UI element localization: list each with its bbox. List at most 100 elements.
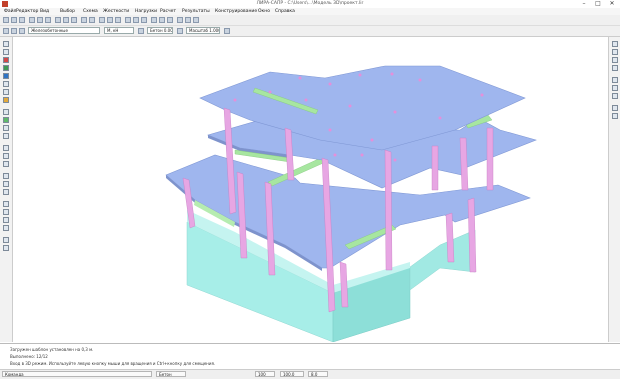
3d-viewport[interactable] xyxy=(13,37,607,342)
new-file-icon[interactable] xyxy=(3,17,9,23)
info-icon[interactable] xyxy=(3,225,9,231)
pan-icon[interactable] xyxy=(89,17,95,23)
array-icon[interactable] xyxy=(3,181,9,187)
zoom-fit-icon[interactable] xyxy=(71,17,77,23)
zoom-in-icon[interactable] xyxy=(55,17,61,23)
extrude-icon[interactable] xyxy=(3,189,9,195)
grid-icon[interactable] xyxy=(3,145,9,151)
window-title: ЛИРА-САПР - C:\Users\...\Модель 3D\проек… xyxy=(256,1,364,6)
select-icon[interactable] xyxy=(99,17,105,23)
fragment-icon[interactable] xyxy=(3,237,9,243)
menu-scheme[interactable]: Схема xyxy=(83,9,98,14)
status-field-3: 100.0 xyxy=(280,371,304,377)
close-button[interactable]: ✕ xyxy=(606,0,618,8)
mesh-icon[interactable] xyxy=(125,17,131,23)
select-bar-icon[interactable] xyxy=(3,49,9,55)
menu-bar: Файл Редактор Вид Выбор Схема Жесткости … xyxy=(0,8,620,15)
menu-window[interactable]: Окно xyxy=(258,9,270,14)
command-input[interactable]: Команда xyxy=(2,371,152,377)
apply-icon[interactable] xyxy=(224,28,230,34)
element-icon[interactable] xyxy=(115,17,121,23)
status-field-4: 8.0 xyxy=(308,371,328,377)
menu-select[interactable]: Выбор xyxy=(60,9,75,14)
beam-l1-a xyxy=(267,155,331,187)
minimize-button[interactable]: – xyxy=(578,0,590,8)
view-front-icon[interactable] xyxy=(612,41,618,47)
load-icon[interactable] xyxy=(133,17,139,23)
support-icon[interactable] xyxy=(3,97,9,103)
secondary-toolbar: Железобетонные М, кН Бетон 0.00 Масштаб … xyxy=(0,26,620,37)
rotate-icon[interactable] xyxy=(81,17,87,23)
scale-combo[interactable]: Масштаб 1.000 xyxy=(186,27,220,34)
calculate-icon[interactable] xyxy=(141,17,147,23)
console-line: Загружен шаблон установлен на 0,3 м. xyxy=(10,347,94,352)
snap-icon[interactable] xyxy=(3,161,9,167)
restore-icon[interactable] xyxy=(3,245,9,251)
copy-icon[interactable] xyxy=(3,81,9,87)
layer-combo[interactable]: Железобетонные xyxy=(28,27,100,34)
menu-edit[interactable]: Редактор xyxy=(16,9,38,14)
show-plates-icon[interactable] xyxy=(612,93,618,99)
zoom-out-icon[interactable] xyxy=(63,17,69,23)
axis-icon[interactable] xyxy=(3,153,9,159)
units-combo[interactable]: М, кН xyxy=(104,27,134,34)
menu-help[interactable]: Справка xyxy=(275,9,295,14)
ground-wall-back xyxy=(409,229,476,291)
layers-icon[interactable] xyxy=(177,17,183,23)
show-bars-icon[interactable] xyxy=(612,85,618,91)
building-model xyxy=(165,65,537,342)
menu-results[interactable]: Результаты xyxy=(182,9,210,14)
filter-icon[interactable] xyxy=(3,28,9,34)
undo-icon[interactable] xyxy=(37,17,43,23)
left-toolbar xyxy=(0,37,13,342)
beam-icon[interactable] xyxy=(3,117,9,123)
numbering-icon[interactable] xyxy=(612,105,618,111)
menu-loads[interactable]: Нагрузки xyxy=(135,9,157,14)
menu-analysis[interactable]: Расчет xyxy=(160,9,176,14)
view-top-icon[interactable] xyxy=(612,57,618,63)
mirror-icon[interactable] xyxy=(3,173,9,179)
results-icon[interactable] xyxy=(151,17,157,23)
menu-stiffness[interactable]: Жесткости xyxy=(103,9,129,14)
color-icon[interactable] xyxy=(19,28,25,34)
status-field-2: 100 xyxy=(255,371,275,377)
move-icon[interactable] xyxy=(3,89,9,95)
rigid-link-icon[interactable] xyxy=(3,133,9,139)
solid-icon[interactable] xyxy=(3,73,9,79)
main-toolbar xyxy=(0,15,620,26)
deform-icon[interactable] xyxy=(159,17,165,23)
right-toolbar xyxy=(608,37,620,342)
section-icon[interactable] xyxy=(177,28,183,34)
3d-view-icon[interactable] xyxy=(185,17,191,23)
maximize-button[interactable]: □ xyxy=(592,0,604,8)
delete-icon[interactable] xyxy=(3,57,9,63)
status-field-1: Бетон xyxy=(156,371,186,377)
console-line: Вход в 3D режим. Используйте левую кнопк… xyxy=(10,361,216,366)
divide-icon[interactable] xyxy=(3,201,9,207)
settings-icon[interactable] xyxy=(193,17,199,23)
plate-icon[interactable] xyxy=(3,65,9,71)
print-icon[interactable] xyxy=(29,17,35,23)
menu-view[interactable]: Вид xyxy=(40,9,49,14)
value-combo[interactable]: Бетон 0.00 xyxy=(147,27,173,34)
menu-design[interactable]: Конструирование xyxy=(215,9,257,14)
save-icon[interactable] xyxy=(19,17,25,23)
mosaic-icon[interactable] xyxy=(167,17,173,23)
menu-file[interactable]: Файл xyxy=(4,9,16,14)
redo-icon[interactable] xyxy=(45,17,51,23)
show-nodes-icon[interactable] xyxy=(612,77,618,83)
node-icon[interactable] xyxy=(107,17,113,23)
measure-icon[interactable] xyxy=(3,109,9,115)
view-side-icon[interactable] xyxy=(612,49,618,55)
layer-icon[interactable] xyxy=(11,28,17,34)
material-icon[interactable] xyxy=(138,28,144,34)
view-iso-icon[interactable] xyxy=(612,65,618,71)
console-line: Выполнено: 12/12 xyxy=(10,354,48,359)
hinge-icon[interactable] xyxy=(3,125,9,131)
select-node-icon[interactable] xyxy=(3,41,9,47)
merge-icon[interactable] xyxy=(3,209,9,215)
local-axes-icon[interactable] xyxy=(612,113,618,119)
check-icon[interactable] xyxy=(3,217,9,223)
open-file-icon[interactable] xyxy=(11,17,17,23)
message-console: Загружен шаблон установлен на 0,3 м. Вып… xyxy=(0,343,620,370)
